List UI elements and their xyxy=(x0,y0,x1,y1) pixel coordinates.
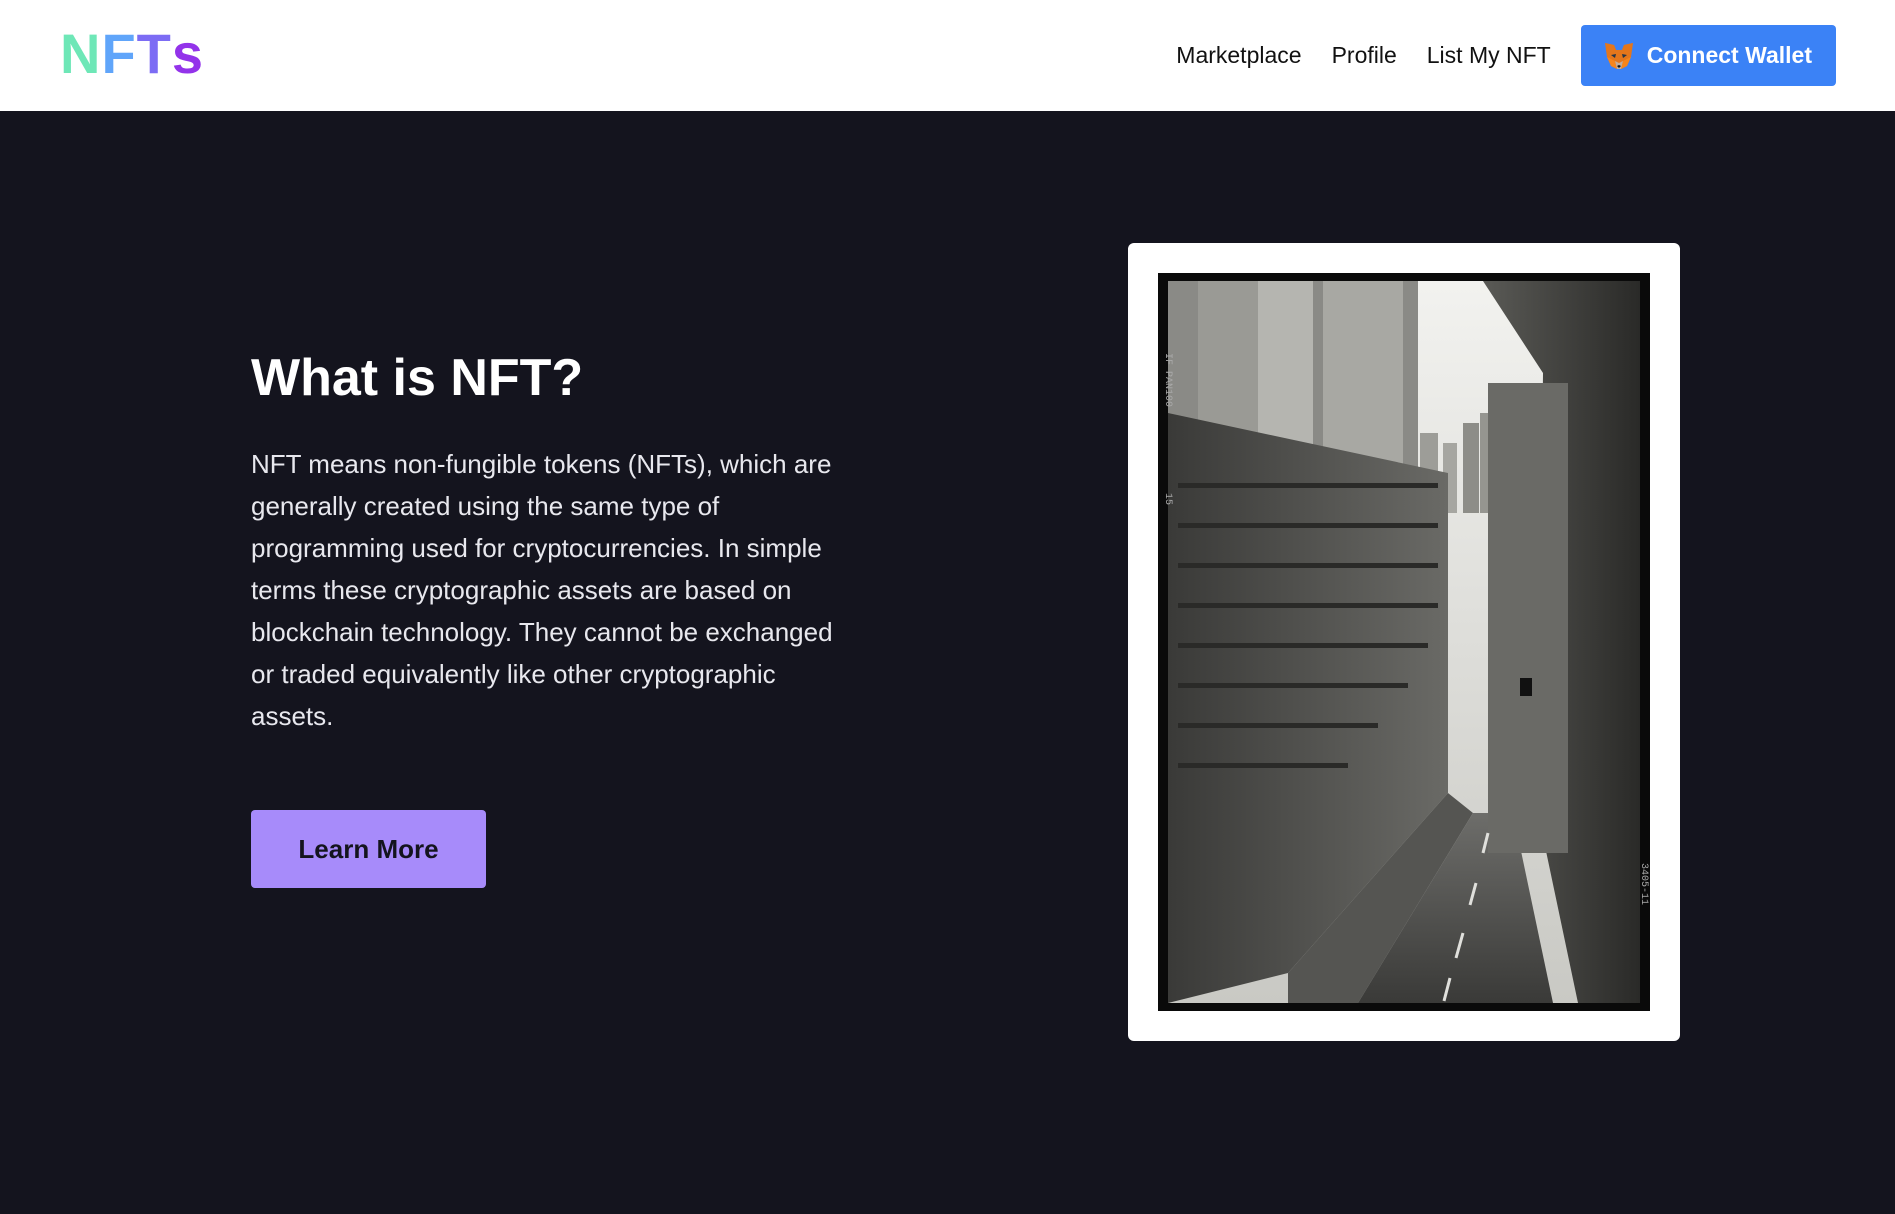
metamask-fox-icon xyxy=(1604,42,1633,69)
nav-links: Marketplace Profile List My NFT Connect … xyxy=(1176,25,1836,86)
top-navbar: NFTs Marketplace Profile List My NFT Con… xyxy=(0,0,1895,111)
city-street-photo: IF PAN100 15 3405-11 xyxy=(1162,281,1649,1003)
learn-more-button[interactable]: Learn More xyxy=(251,810,486,888)
hero-title: What is NFT? xyxy=(251,349,584,407)
hero-description: NFT means non-fungible tokens (NFTs), wh… xyxy=(251,449,833,731)
nav-link-list-my-nft[interactable]: List My NFT xyxy=(1427,42,1551,69)
logo-letter: T xyxy=(136,22,172,85)
logo-letter: N xyxy=(60,22,102,85)
logo-letter: F xyxy=(101,22,137,85)
connect-wallet-label: Connect Wallet xyxy=(1646,42,1812,68)
film-edge-label: 15 xyxy=(1162,493,1173,505)
film-edge-label: 3405-11 xyxy=(1638,863,1649,905)
nft-photo: IF PAN100 15 3405-11 xyxy=(1158,273,1650,1011)
nft-image-frame: IF PAN100 15 3405-11 xyxy=(1128,243,1680,1041)
logo-letter: s xyxy=(171,22,205,85)
nfts-logo[interactable]: NFTs xyxy=(60,22,204,86)
nav-link-marketplace[interactable]: Marketplace xyxy=(1176,42,1301,69)
connect-wallet-button[interactable]: Connect Wallet xyxy=(1580,25,1836,86)
nav-link-profile[interactable]: Profile xyxy=(1332,42,1397,69)
film-edge-label: IF PAN100 xyxy=(1162,353,1173,407)
